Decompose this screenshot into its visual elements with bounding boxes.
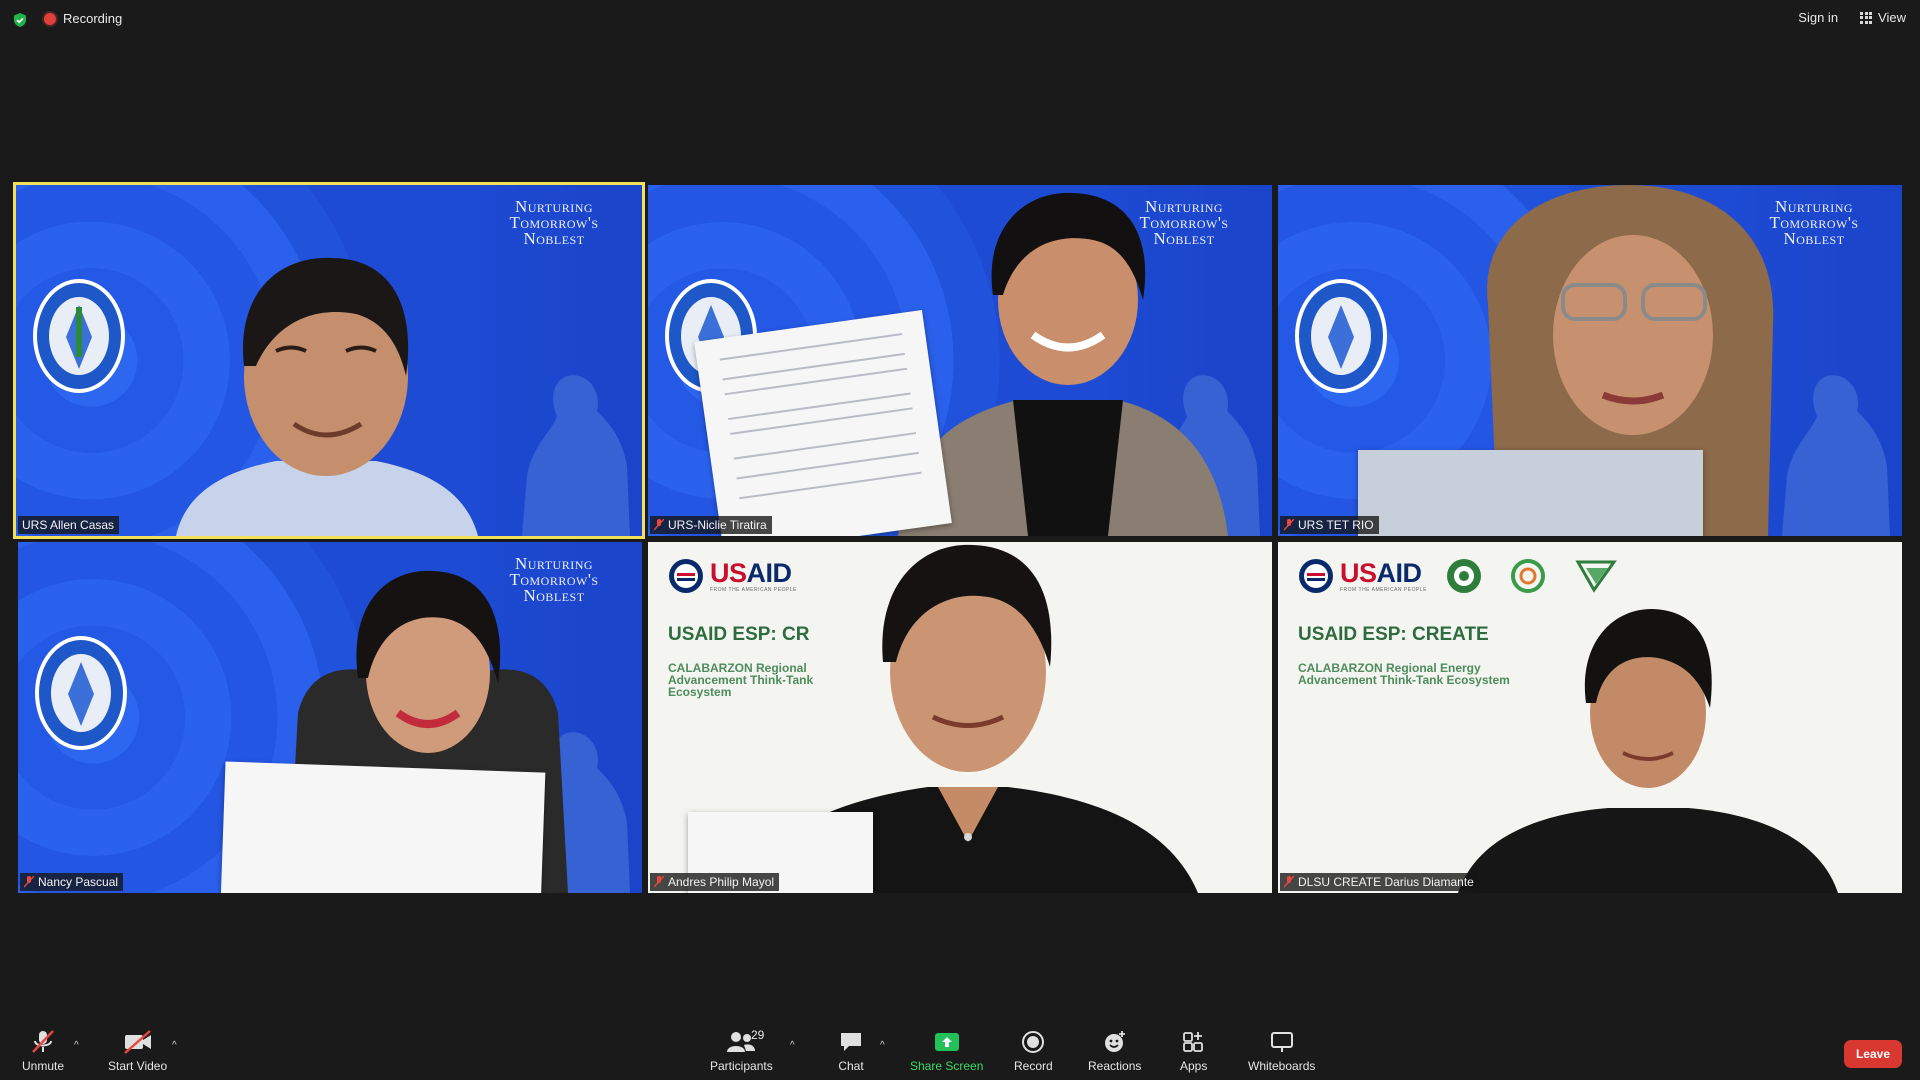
participant-name-tag: Nancy Pascual <box>20 873 124 891</box>
university-seal-icon <box>33 279 125 393</box>
share-screen-label: Share Screen <box>910 1059 984 1073</box>
apps-icon <box>1182 1032 1203 1052</box>
usaid-logo: USAID FROM THE AMERICAN PEOPLE <box>1298 558 1427 594</box>
participants-button[interactable]: 29 Participants <box>710 1028 773 1073</box>
muted-mic-icon <box>1284 876 1294 888</box>
top-bar: Recording Sign in View <box>0 0 1920 40</box>
partner-logos <box>1446 558 1618 594</box>
participant-video <box>1458 608 1838 893</box>
reactions-icon <box>1104 1031 1125 1052</box>
view-label: View <box>1878 10 1906 25</box>
whiteboards-button[interactable]: Whiteboards <box>1248 1030 1315 1073</box>
statue-graphic <box>522 375 630 536</box>
unmute-button[interactable]: Unmute <box>22 1030 64 1073</box>
share-screen-button[interactable]: Share Screen <box>910 1030 983 1073</box>
share-screen-icon <box>934 1033 959 1051</box>
chat-options-caret[interactable]: ^ <box>880 1040 885 1051</box>
reactions-button[interactable]: Reactions <box>1088 1030 1141 1073</box>
chat-icon <box>841 1033 861 1051</box>
apps-label: Apps <box>1180 1059 1208 1073</box>
meeting-toolbar: Unmute ^ Start Video ^ 29 Participants ^… <box>0 1020 1920 1080</box>
video-tile-nancy-pascual[interactable]: Nurturing Tomorrow's Noblest Nancy Pascual <box>18 542 642 893</box>
whiteboards-label: Whiteboards <box>1248 1059 1316 1073</box>
leave-button[interactable]: Leave <box>1843 1040 1902 1068</box>
chat-button[interactable]: Chat <box>838 1030 864 1073</box>
university-seal-icon <box>1295 279 1387 393</box>
usaid-seal-icon <box>669 559 703 593</box>
view-button[interactable]: View <box>1860 10 1906 25</box>
record-button[interactable]: Record <box>1014 1030 1053 1073</box>
university-seal-icon <box>35 636 127 750</box>
muted-mic-icon <box>24 876 34 888</box>
record-label: Record <box>1014 1059 1053 1073</box>
video-tile-niclie-tiratira[interactable]: Nurturing Tomorrow's Noblest URS-Niclie Ti… <box>648 185 1272 536</box>
security-shield-icon[interactable] <box>12 12 28 28</box>
recording-indicator[interactable]: Recording <box>44 11 122 26</box>
record-icon <box>1022 1031 1045 1053</box>
video-tile-darius-diamante[interactable]: USAID FROM THE AMERICAN PEOPLE USAID ESP… <box>1278 542 1902 893</box>
participants-count: 29 <box>751 1028 765 1042</box>
grid-view-icon <box>1860 11 1873 24</box>
participant-name-tag: URS Allen Casas <box>18 516 120 534</box>
participant-name-tag: Andres Philip Mayol <box>650 873 780 891</box>
start-video-label: Start Video <box>108 1059 168 1073</box>
participant-name-tag: DLSU CREATE Darius Diamante <box>1280 873 1479 891</box>
apps-button[interactable]: Apps <box>1180 1030 1207 1073</box>
sign-in-link[interactable]: Sign in <box>1798 10 1838 25</box>
recording-label: Recording <box>63 11 123 26</box>
video-tile-tet-rio[interactable]: Nurturing Tomorrow's Noblest URS TET RIO <box>1278 185 1902 536</box>
video-options-caret[interactable]: ^ <box>172 1040 177 1051</box>
green-logo-icon <box>1575 560 1617 593</box>
slogan-text: Nurturing Tomorrow's Noblest <box>509 197 599 248</box>
held-document <box>220 761 546 893</box>
muted-microphone-icon <box>32 1030 54 1053</box>
start-video-button[interactable]: Start Video <box>108 1030 167 1073</box>
muted-mic-icon <box>654 519 664 531</box>
reactions-label: Reactions <box>1088 1059 1142 1073</box>
participant-video <box>176 257 478 536</box>
participants-label: Participants <box>710 1059 773 1073</box>
usaid-seal-icon <box>1299 559 1333 593</box>
recording-dot-icon <box>44 12 56 25</box>
dlsu-seal-icon <box>1447 559 1481 593</box>
video-tile-allen-casas[interactable]: Nurturing Tomorrow's Noblest URS Allen Cas… <box>13 182 645 539</box>
chat-label: Chat <box>838 1059 864 1073</box>
muted-mic-icon <box>1284 519 1294 531</box>
participant-name-tag: URS TET RIO <box>1280 516 1379 534</box>
unmute-label: Unmute <box>22 1059 65 1073</box>
participant-name-tag: URS-Niclie Tiratira <box>650 516 772 534</box>
energy-center-logo-icon <box>1511 559 1545 593</box>
muted-mic-icon <box>654 876 664 888</box>
participants-options-caret[interactable]: ^ <box>790 1040 795 1051</box>
video-tile-andres-philip-mayol[interactable]: USAID FROM THE AMERICAN PEOPLE USAID ESP… <box>648 542 1272 893</box>
participant-video <box>898 192 1228 536</box>
whiteboard-icon <box>1270 1032 1293 1052</box>
held-document <box>694 310 952 536</box>
audio-options-caret[interactable]: ^ <box>74 1040 79 1051</box>
video-off-icon <box>123 1030 151 1054</box>
held-document <box>1358 450 1703 536</box>
